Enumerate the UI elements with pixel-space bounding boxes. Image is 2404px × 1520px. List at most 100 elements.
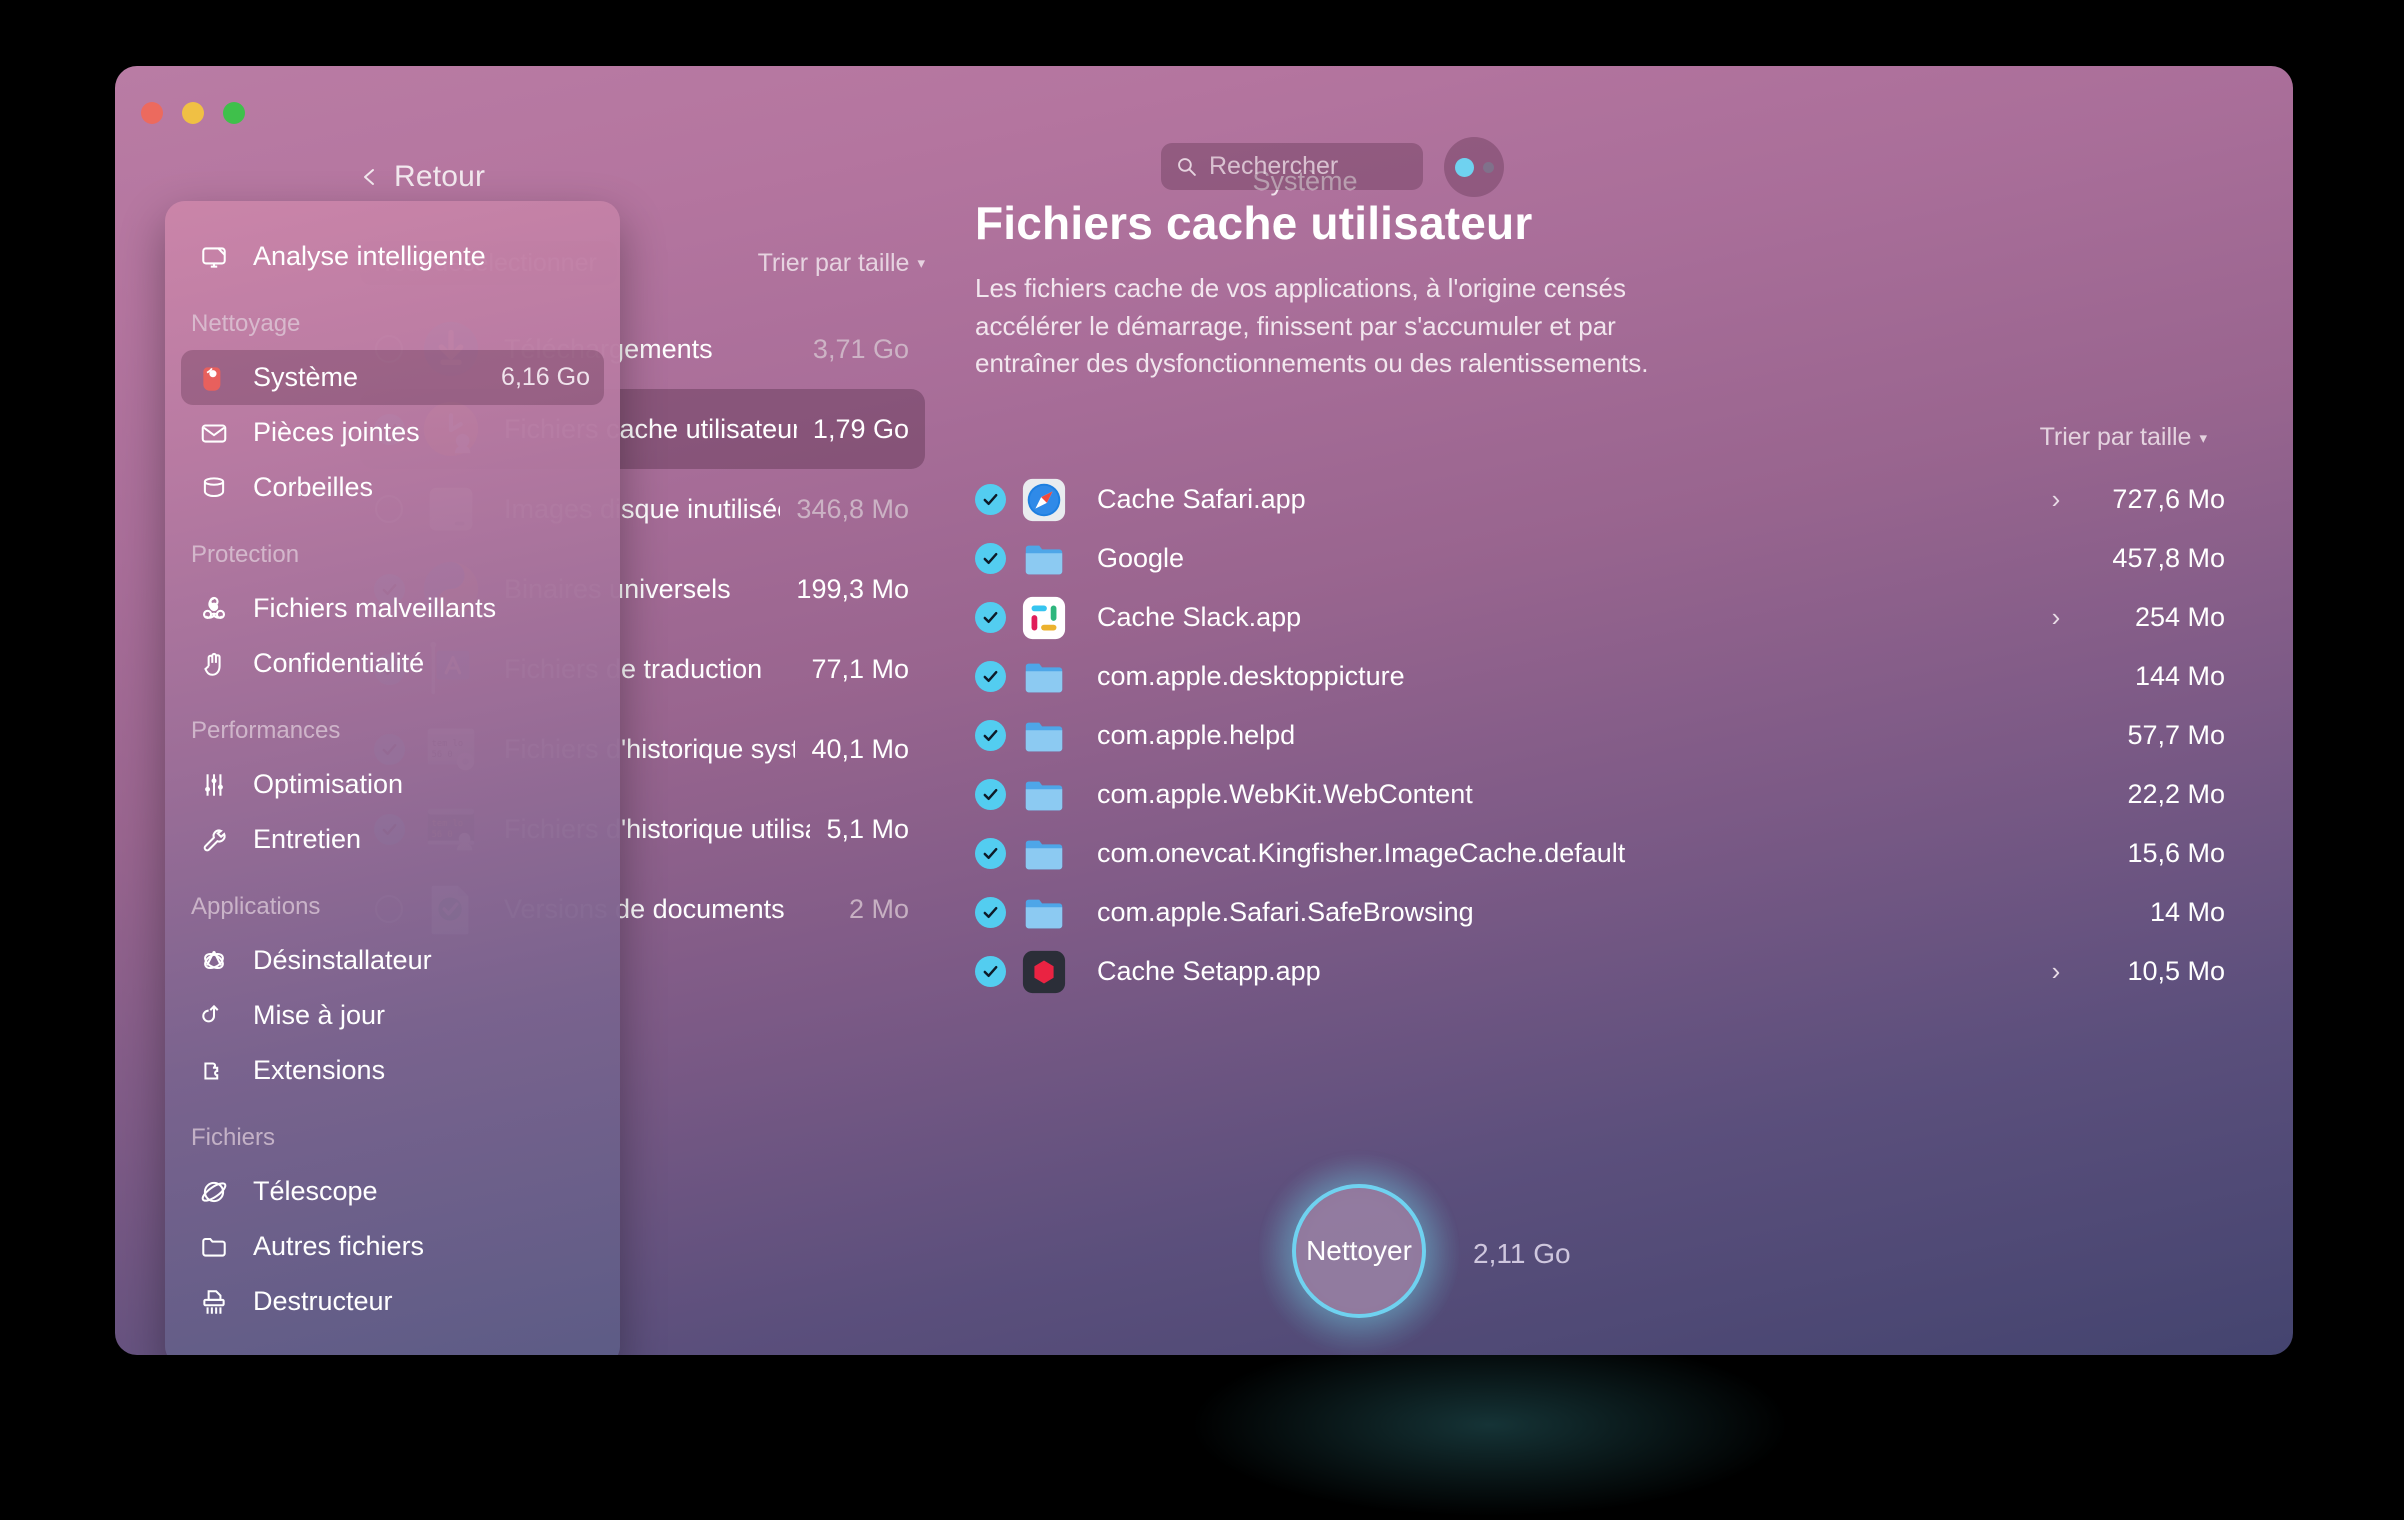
detail-row[interactable]: com.apple.desktoppicture›144 Mo [975,647,2225,706]
checkbox-checked[interactable] [975,838,1006,870]
page-title: Fichiers cache utilisateur [975,197,1533,249]
checkbox-checked[interactable] [975,956,1006,988]
sidebar: Analyse intelligente Nettoyage Système 6,16… [165,201,620,1355]
detail-sort-label: Trier par taille [2039,423,2192,452]
detail-row[interactable]: com.apple.Safari.SafeBrowsing›14 Mo [975,883,2225,942]
chevron-right-icon[interactable]: › [2047,484,2065,515]
puzzle-icon [195,1054,233,1088]
chevron-right-icon[interactable]: › [2047,602,2065,633]
slack-icon [1021,595,1067,641]
detail-row[interactable]: Google›457,8 Mo [975,529,2225,588]
shredder-icon [195,1285,233,1319]
middle-sort-label: Trier par taille [757,248,910,277]
appstore-icon [195,944,233,978]
biohazard-icon [195,592,233,626]
detail-rows: Cache Safari.app›727,6 MoGoogle›457,8 Mo… [975,470,2225,1001]
page-description: Les fichiers cache de vos applications, … [975,273,1649,379]
checkbox-checked[interactable] [975,779,1006,811]
update-arrow-icon [195,999,233,1033]
detail-sort-button[interactable]: Trier par taille ▾ [2040,423,2207,452]
status-toggle-button[interactable] [1444,137,1504,197]
detail-checkbox[interactable] [975,720,1015,752]
detail-row[interactable]: com.apple.WebKit.WebContent›22,2 Mo [975,765,2225,824]
detail-row[interactable]: com.apple.helpd›57,7 Mo [975,706,2225,765]
sidebar-item-label: Mise à jour [253,1000,386,1030]
checkbox-checked[interactable] [975,484,1006,516]
folder-icon [1021,713,1067,759]
sidebar-item-entretien[interactable]: Entretien [181,812,604,867]
detail-checkbox[interactable] [975,661,1015,693]
chevron-down-icon: ▾ [2199,429,2207,447]
detail-name: com.apple.WebKit.WebContent [1097,779,1473,810]
detail-size: 457,8 Mo [2112,543,2225,574]
checkbox-checked[interactable] [975,897,1006,929]
detail-checkbox[interactable] [975,838,1015,870]
checkbox-checked[interactable] [975,543,1006,575]
sidebar-item-d-sinstallateur[interactable]: Désinstallateur [181,933,604,988]
detail-name: Google [1097,543,1185,574]
sidebar-item-label: Entretien [253,824,362,854]
sidebar-item-label: Télescope [253,1176,378,1206]
search-input[interactable]: Rechercher [1161,143,1423,190]
sidebar-item-analyse-intelligente[interactable]: Analyse intelligente [181,229,604,284]
sidebar-item-extensions[interactable]: Extensions [181,1043,604,1098]
detail-size: 10,5 Mo [2127,956,2225,987]
window-controls[interactable] [141,102,245,124]
detail-row[interactable]: Cache Setapp.app › 10,5 Mo [975,942,2225,1001]
folder-icon [195,1230,233,1264]
sidebar-item-t-lescope[interactable]: Télescope [181,1164,604,1219]
zoom-button[interactable] [223,102,245,124]
app-window: Retour Système Rechercher Tout désélecti… [115,66,2293,1355]
minimize-button[interactable] [182,102,204,124]
detail-row[interactable]: Cache Slack.app › 254 Mo [975,588,2225,647]
checkbox-checked[interactable] [975,661,1006,693]
sidebar-item-confidentialit[interactable]: Confidentialité [181,636,604,691]
checkbox-checked[interactable] [975,602,1006,634]
chevron-right-icon[interactable]: › [2047,956,2065,987]
sidebar-item-destructeur[interactable]: Destructeur [181,1274,604,1329]
sidebar-item-label: Autres fichiers [253,1231,425,1261]
detail-row[interactable]: com.onevcat.Kingfisher.ImageCache.defaul… [975,824,2225,883]
sidebar-item-pi-ces-jointes[interactable]: Pièces jointes [181,405,604,460]
detail-name: com.apple.desktoppicture [1097,661,1405,692]
detail-checkbox[interactable] [975,897,1015,929]
sidebar-item-label: Corbeilles [253,472,374,502]
sidebar-item-fichiers-malveillants[interactable]: Fichiers malveillants [181,581,604,636]
folder-icon [1021,890,1067,936]
detail-checkbox[interactable] [975,484,1015,516]
sidebar-group-title: Protection [191,541,300,568]
trash-bin-icon [195,471,233,505]
detail-size: 254 Mo [2134,602,2225,633]
detail-checkbox[interactable] [975,779,1015,811]
smart-scan-icon [195,240,233,274]
middle-sort-button[interactable]: Trier par taille ▾ [758,249,925,278]
sidebar-group-title: Fichiers [191,1124,276,1151]
close-button[interactable] [141,102,163,124]
detail-name: Cache Setapp.app [1097,956,1321,987]
sidebar-item-label: Destructeur [253,1286,393,1316]
sidebar-item-autres-fichiers[interactable]: Autres fichiers [181,1219,604,1274]
detail-checkbox[interactable] [975,602,1015,634]
sidebar-item-label: Désinstallateur [253,945,432,975]
sidebar-item-syst-me[interactable]: Système 6,16 Go [181,350,604,405]
back-button[interactable]: Retour [360,160,485,194]
sidebar-item-label: Confidentialité [253,648,425,678]
sidebar-item-mise-jour[interactable]: Mise à jour [181,988,604,1043]
clean-button[interactable]: Nettoyer [1292,1184,1426,1318]
sidebar-item-corbeilles[interactable]: Corbeilles [181,460,604,515]
tag-icon [195,361,233,395]
category-size: 3,71 Go [812,333,909,364]
back-label: Retour [394,160,486,193]
wrench-icon [195,823,233,857]
sidebar-item-optimisation[interactable]: Optimisation [181,757,604,812]
detail-size: 14 Mo [2149,897,2225,928]
detail-checkbox[interactable] [975,543,1015,575]
chevron-down-icon: ▾ [917,255,925,272]
sidebar-group-title: Performances [191,717,341,744]
search-placeholder: Rechercher [1209,152,1339,180]
checkbox-checked[interactable] [975,720,1006,752]
detail-name: com.apple.Safari.SafeBrowsing [1097,897,1474,928]
detail-checkbox[interactable] [975,956,1015,988]
detail-row[interactable]: Cache Safari.app › 727,6 Mo [975,470,2225,529]
chevron-left-icon [364,169,374,185]
